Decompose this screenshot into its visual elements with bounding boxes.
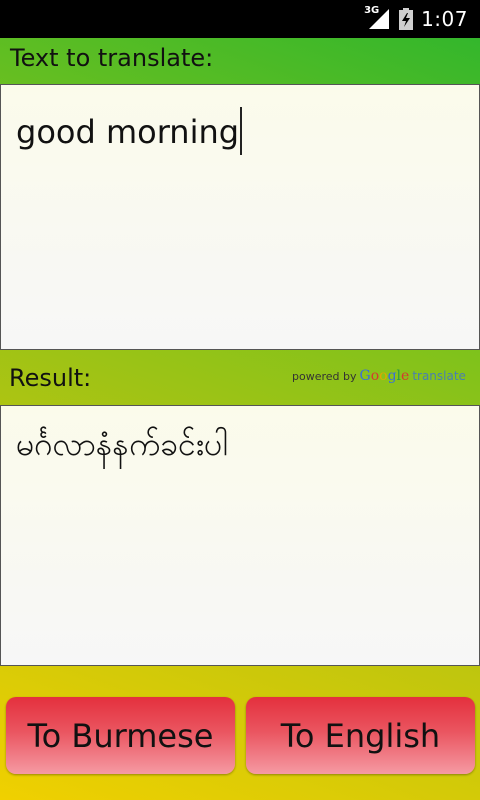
result-text: မင်္ဂလာနံနက်ခင်းပါ [16, 425, 228, 463]
google-translate-attribution: powered by Google translate [292, 368, 466, 384]
to-english-button[interactable]: To English [246, 697, 475, 774]
google-logo-g2: g [387, 368, 397, 384]
source-label: Text to translate: [10, 44, 214, 72]
google-logo-e: e [401, 368, 410, 384]
google-logo-g: G [359, 368, 371, 384]
status-bar: 3G 1:07 [0, 0, 480, 38]
google-logo: Google [360, 368, 410, 384]
source-text: good morning [16, 113, 240, 151]
network-type: 3G [364, 5, 380, 16]
to-burmese-button[interactable]: To Burmese [6, 697, 235, 774]
status-icons: 3G 1:07 [364, 0, 468, 38]
source-text-value: good morning [16, 107, 243, 155]
powered-by-text: powered by [292, 370, 357, 383]
text-cursor [240, 107, 243, 155]
battery-icon [399, 8, 414, 30]
source-text-input[interactable]: good morning [0, 84, 480, 350]
result-label: Result: [9, 364, 92, 392]
signal-icon: 3G [364, 5, 391, 31]
status-clock: 1:07 [421, 7, 468, 31]
app-screen: 3G 1:07 Text to translate: good morning … [0, 0, 480, 800]
result-text-area[interactable]: မင်္ဂလာနံနက်ခင်းပါ [0, 405, 480, 666]
translate-word: translate [412, 369, 466, 383]
google-logo-o1: o [370, 368, 380, 384]
google-logo-o2: o [379, 368, 388, 384]
